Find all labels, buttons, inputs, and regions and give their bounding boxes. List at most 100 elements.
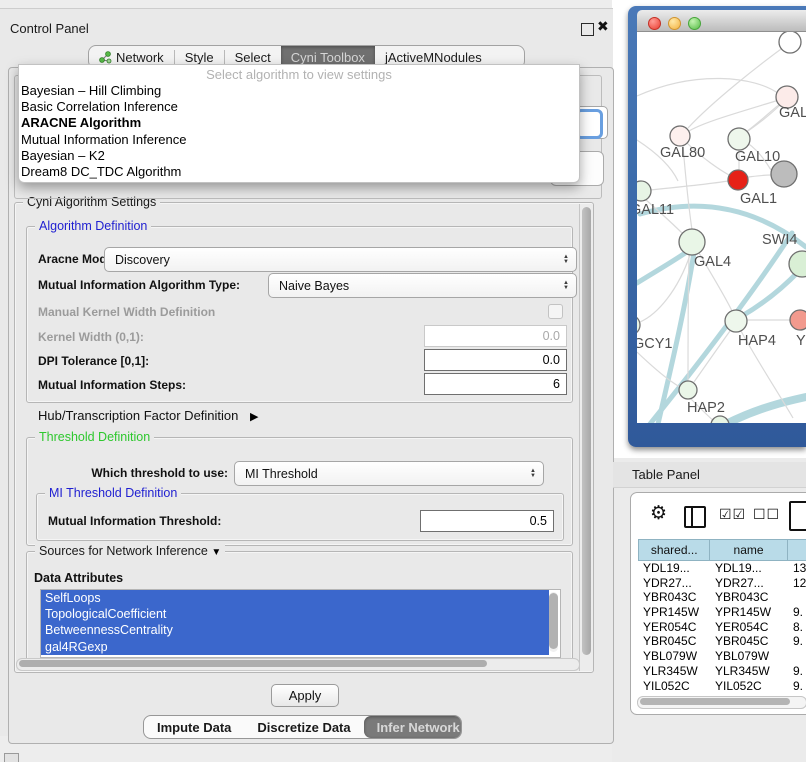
threshold-definition-title: Threshold Definition: [35, 430, 154, 444]
table-row[interactable]: YBR045CYBR045C9.: [638, 634, 806, 649]
settings-vertical-scrollbar[interactable]: [579, 204, 593, 671]
settings-horizontal-scrollbar[interactable]: [16, 658, 580, 671]
table-cell: YBL079W: [638, 649, 710, 664]
table-row[interactable]: YBL079WYBL079W: [638, 649, 806, 664]
expanded-arrow-icon: ▼: [211, 547, 221, 558]
table-cell: YDR27...: [710, 576, 788, 591]
dropdown-item[interactable]: Dream8 DC_TDC Algorithm: [19, 164, 579, 180]
tab-discretize-data[interactable]: Discretize Data: [244, 716, 363, 738]
table-panel-card: ⚙ ☑☑ ☐☐ shared... name A YDL19...YDL19..…: [630, 492, 806, 715]
table-cell: 9.: [788, 605, 806, 620]
split-columns-icon[interactable]: [684, 506, 706, 528]
gear-icon[interactable]: ⚙: [650, 502, 667, 525]
table-cell: 9.: [788, 634, 806, 649]
table-row[interactable]: YLR345WYLR345W9.: [638, 664, 806, 679]
network-node-label: Y: [796, 333, 806, 349]
collapsed-arrow-icon: ▶: [250, 411, 258, 423]
network-node[interactable]: [679, 381, 697, 399]
attributes-scrollbar-thumb[interactable]: [549, 593, 558, 649]
mi-steps-field[interactable]: [424, 373, 567, 395]
column-header-shared-name[interactable]: shared...: [639, 540, 710, 560]
spinner-icon: ▲▼: [563, 255, 569, 265]
table-cell: 8.: [788, 620, 806, 635]
dpi-tolerance-field[interactable]: [424, 349, 567, 371]
network-node[interactable]: [728, 128, 750, 150]
table-row[interactable]: YDL19...YDL19...13: [638, 561, 806, 576]
attributes-scrollbar[interactable]: [549, 592, 558, 652]
dropdown-item[interactable]: Bayesian – Hill Climbing: [19, 83, 579, 99]
mi-algorithm-type-label: Mutual Information Algorithm Type:: [38, 278, 240, 292]
network-node[interactable]: [679, 229, 705, 255]
network-window-titlebar[interactable]: [637, 10, 806, 32]
minimize-traffic-light-icon[interactable]: [668, 17, 681, 30]
mi-threshold-field[interactable]: [420, 510, 554, 532]
network-node[interactable]: [725, 310, 747, 332]
dropdown-item[interactable]: Mutual Information Inference: [19, 132, 579, 148]
tab-impute-data[interactable]: Impute Data: [144, 716, 244, 738]
attribute-list-item[interactable]: SelfLoops: [41, 590, 549, 606]
sources-title[interactable]: Sources for Network Inference ▼: [35, 544, 225, 558]
network-node[interactable]: [711, 416, 729, 423]
table-row[interactable]: YBR043CYBR043C: [638, 590, 806, 605]
table-cell: 12: [788, 576, 806, 591]
tab-infer-network[interactable]: Infer Network: [364, 716, 462, 738]
mi-steps-label: Mutual Information Steps:: [38, 378, 186, 392]
data-attributes-list[interactable]: SelfLoopsTopologicalCoefficientBetweenne…: [40, 589, 561, 658]
table-row[interactable]: YIL052CYIL052C9.: [638, 679, 806, 694]
network-node[interactable]: [637, 315, 640, 335]
close-icon[interactable]: ✖: [597, 18, 609, 35]
kernel-width-field[interactable]: [424, 325, 567, 347]
algorithm-dropdown-list: Bayesian – Hill ClimbingBasic Correlatio…: [19, 83, 579, 180]
network-canvas[interactable]: GALGAL80GAL10GAL1GAL11GAL4SWI4HAP4YGCY1H…: [637, 32, 806, 423]
hub-definition-section[interactable]: Hub/Transcription Factor Definition ▶: [38, 408, 258, 423]
table-cell: 13: [788, 561, 806, 576]
float-window-icon[interactable]: [581, 23, 594, 36]
close-traffic-light-icon[interactable]: [648, 17, 661, 30]
control-panel-title: Control Panel: [10, 21, 89, 36]
network-node[interactable]: [637, 181, 651, 201]
dropdown-item[interactable]: Basic Correlation Inference: [19, 99, 579, 115]
settings-horizontal-scrollbar-thumb[interactable]: [19, 660, 487, 667]
export-table-icon[interactable]: [789, 501, 806, 531]
network-node[interactable]: [728, 170, 748, 190]
network-node-label: GAL: [779, 105, 806, 121]
network-icon: [99, 51, 112, 64]
dropdown-item[interactable]: Bayesian – K2: [19, 148, 579, 164]
mi-threshold-label: Mutual Information Threshold:: [48, 514, 221, 528]
mi-algorithm-type-combobox[interactable]: Naive Bayes ▲▼: [268, 273, 577, 298]
which-threshold-combobox[interactable]: MI Threshold ▲▼: [234, 461, 544, 486]
deselect-all-checkboxes-icon[interactable]: ☐☐: [753, 506, 780, 523]
zoom-traffic-light-icon[interactable]: [688, 17, 701, 30]
column-header-partial[interactable]: A: [788, 540, 806, 560]
apply-button[interactable]: Apply: [271, 684, 339, 707]
attribute-list-item[interactable]: TopologicalCoefficient: [41, 606, 549, 622]
manual-kernel-width-checkbox[interactable]: [548, 304, 563, 319]
table-row[interactable]: YPR145WYPR145W9.: [638, 605, 806, 620]
network-node[interactable]: [790, 310, 806, 330]
aracne-mode-combobox[interactable]: Discovery ▲▼: [104, 247, 577, 272]
network-node[interactable]: [779, 32, 801, 53]
network-node-label: GAL1: [740, 191, 777, 207]
network-node[interactable]: [670, 126, 690, 146]
network-node-label: SWI4: [762, 232, 797, 248]
table-cell: YIL052C: [710, 679, 788, 694]
table-row[interactable]: YER054CYER054C8.: [638, 620, 806, 635]
network-node-label: HAP2: [687, 400, 725, 416]
attribute-list-item[interactable]: BetweennessCentrality: [41, 622, 549, 638]
network-node-label: GAL10: [735, 149, 780, 165]
settings-vertical-scrollbar-thumb[interactable]: [582, 207, 591, 655]
table-cell: YPR145W: [710, 605, 788, 620]
table-cell: [788, 649, 806, 664]
kernel-width-label: Kernel Width (0,1):: [38, 330, 144, 344]
attribute-list-item[interactable]: gal4RGexp: [41, 639, 549, 655]
table-horizontal-scrollbar[interactable]: [637, 696, 806, 709]
mi-threshold-definition-title: MI Threshold Definition: [45, 486, 181, 500]
dropdown-item[interactable]: ARACNE Algorithm: [19, 115, 579, 131]
table-row[interactable]: YDR27...YDR27...12: [638, 576, 806, 591]
column-header-name[interactable]: name: [710, 540, 787, 560]
table-horizontal-scrollbar-thumb[interactable]: [640, 698, 790, 705]
table-cell: YDL19...: [710, 561, 788, 576]
network-node[interactable]: [789, 251, 806, 277]
select-all-checkboxes-icon[interactable]: ☑☑: [719, 506, 746, 523]
cytopanel-corner-icon[interactable]: [4, 753, 19, 762]
